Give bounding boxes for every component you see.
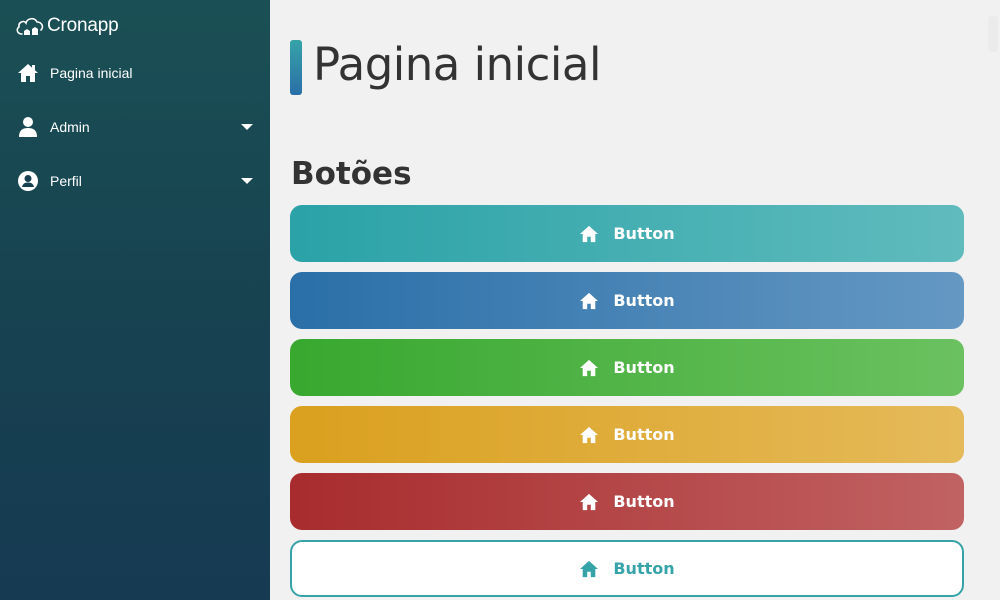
cloud-logo-icon: [16, 17, 44, 35]
button-red[interactable]: Button: [290, 473, 964, 530]
button-teal[interactable]: Button: [290, 205, 964, 262]
home-icon: [17, 62, 39, 84]
button-blue[interactable]: Button: [290, 272, 964, 329]
section-title: Botões: [291, 156, 412, 192]
button-label: Button: [613, 492, 675, 511]
user-icon: [17, 116, 39, 138]
button-label: Button: [613, 224, 675, 243]
button-label: Button: [613, 291, 675, 310]
home-icon: [579, 358, 599, 378]
sidebar-item-perfil[interactable]: Perfil: [0, 159, 270, 203]
scrollbar-thumb[interactable]: [988, 16, 998, 52]
home-icon: [579, 425, 599, 445]
button-green[interactable]: Button: [290, 339, 964, 396]
home-icon: [579, 291, 599, 311]
button-yellow[interactable]: Button: [290, 406, 964, 463]
button-label: Button: [613, 425, 675, 444]
button-label: Button: [613, 358, 675, 377]
main-content: Pagina inicial Botões Button Button Butt…: [270, 0, 1000, 600]
page-title: Pagina inicial: [313, 38, 602, 91]
title-accent-bar: [290, 40, 302, 95]
home-icon: [579, 224, 599, 244]
button-outline-teal[interactable]: Button: [290, 540, 964, 597]
sidebar: Cronapp Pagina inicial Admin Perfil: [0, 0, 270, 600]
home-icon: [579, 492, 599, 512]
sidebar-item-label: Perfil: [50, 173, 82, 189]
chevron-down-icon: [241, 124, 253, 130]
sidebar-item-label: Pagina inicial: [50, 65, 133, 81]
user-circle-icon: [17, 170, 39, 192]
chevron-down-icon: [241, 178, 253, 184]
brand-name: Cronapp: [47, 15, 119, 36]
button-label: Button: [613, 559, 675, 578]
home-icon: [579, 559, 599, 579]
sidebar-item-label: Admin: [50, 119, 90, 135]
sidebar-item-admin[interactable]: Admin: [0, 105, 270, 149]
scrollbar[interactable]: [986, 0, 1000, 600]
brand-logo[interactable]: Cronapp: [14, 13, 119, 39]
sidebar-item-pagina-inicial[interactable]: Pagina inicial: [0, 51, 270, 95]
